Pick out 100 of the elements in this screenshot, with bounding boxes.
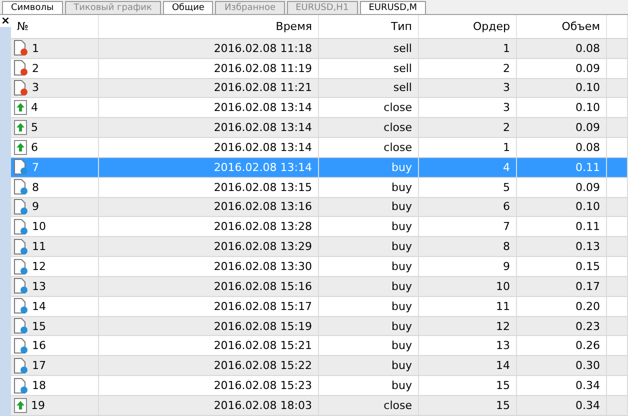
table-cell: 2016.02.08 15:21 bbox=[99, 336, 319, 356]
table-row[interactable]: 15 2016.02.08 15:19 buy 12 0.23 bbox=[11, 316, 628, 336]
table-cell: sell bbox=[319, 38, 419, 58]
table-cell: 2016.02.08 13:14 bbox=[99, 118, 319, 138]
table-cell: 8 bbox=[32, 180, 39, 194]
table-cell: 2016.02.08 13:14 bbox=[99, 98, 319, 118]
table-cell: 1 bbox=[419, 38, 517, 58]
table-cell: 2016.02.08 15:19 bbox=[99, 316, 319, 336]
column-header[interactable]: Тип bbox=[319, 15, 419, 38]
table-cell: 2016.02.08 15:17 bbox=[99, 296, 319, 316]
table-cell: 18 bbox=[32, 379, 46, 392]
table-cell: 11 bbox=[419, 296, 517, 316]
table-cell: 0.34 bbox=[517, 376, 607, 395]
table-cell: 2 bbox=[419, 58, 517, 78]
table-cell: 0.26 bbox=[517, 336, 607, 356]
table-row[interactable]: 19 2016.02.08 18:03 close 15 0.34 bbox=[11, 396, 628, 416]
table-cell: 6 bbox=[419, 198, 517, 216]
table-cell: 0.08 bbox=[517, 38, 607, 58]
table-cell: buy bbox=[319, 257, 419, 276]
table-cell: 8 bbox=[419, 237, 517, 256]
tab[interactable]: Символы bbox=[2, 1, 63, 14]
table-cell: 2016.02.08 13:14 bbox=[99, 138, 319, 157]
table-cell: 0.15 bbox=[517, 257, 607, 276]
table-cell: 0.17 bbox=[517, 276, 607, 296]
table-cell: 2016.02.08 15:16 bbox=[99, 276, 319, 296]
table-cell: close bbox=[319, 98, 419, 118]
table-cell: buy bbox=[319, 296, 419, 316]
table-row[interactable]: 18 2016.02.08 15:23 buy 15 0.34 bbox=[11, 376, 628, 396]
table-cell: 17 bbox=[32, 359, 46, 372]
table-cell: 12 bbox=[419, 316, 517, 336]
table-cell: 7 bbox=[419, 217, 517, 236]
table-cell: close bbox=[319, 118, 419, 138]
column-header[interactable]: № bbox=[11, 15, 99, 38]
table-cell: buy bbox=[319, 336, 419, 356]
table-cell: 13 bbox=[32, 280, 46, 293]
table-cell: 16 bbox=[32, 339, 46, 352]
table-cell: 6 bbox=[31, 140, 38, 154]
table-row[interactable]: 5 2016.02.08 13:14 close 2 0.09 bbox=[11, 118, 628, 138]
table-cell: buy bbox=[319, 178, 419, 197]
column-header[interactable]: Ордер bbox=[419, 15, 517, 38]
table-cell: 0.13 bbox=[517, 237, 607, 256]
table-cell: buy bbox=[319, 376, 419, 395]
table-cell: buy bbox=[319, 316, 419, 336]
column-header[interactable]: Объем bbox=[517, 15, 607, 38]
table-cell: 0.30 bbox=[517, 356, 607, 376]
table-cell: 0.08 bbox=[517, 138, 607, 157]
tab[interactable]: EURUSD,M bbox=[360, 1, 426, 14]
table-cell: 0.09 bbox=[517, 118, 607, 138]
table-row[interactable]: 9 2016.02.08 13:16 buy 6 0.10 bbox=[11, 198, 628, 218]
table-row[interactable]: 13 2016.02.08 15:16 buy 10 0.17 bbox=[11, 276, 628, 297]
table-row[interactable]: 17 2016.02.08 15:22 buy 14 0.30 bbox=[11, 356, 628, 376]
table-cell: 9 bbox=[419, 257, 517, 276]
table-cell: 15 bbox=[32, 320, 46, 333]
table-cell: 5 bbox=[31, 121, 38, 134]
table-cell: 2016.02.08 13:28 bbox=[99, 217, 319, 236]
table-cell: 2016.02.08 11:19 bbox=[99, 58, 319, 78]
table-cell: buy bbox=[319, 276, 419, 296]
column-header[interactable]: Время bbox=[99, 15, 319, 38]
table-cell: sell bbox=[319, 58, 419, 78]
table-cell: 15 bbox=[419, 396, 517, 415]
table-cell: buy bbox=[319, 356, 419, 376]
table-cell: 0.11 bbox=[517, 158, 607, 177]
table-cell: 10 bbox=[32, 220, 46, 234]
table-cell: close bbox=[319, 138, 419, 157]
table-cell: 2 bbox=[32, 62, 39, 75]
table-cell: 3 bbox=[419, 98, 517, 118]
table-row[interactable]: 4 2016.02.08 13:14 close 3 0.10 bbox=[11, 98, 628, 118]
table-cell: 0.09 bbox=[517, 58, 607, 78]
table-cell: buy bbox=[319, 158, 419, 177]
table-cell: buy bbox=[319, 198, 419, 216]
table-row[interactable]: 3 2016.02.08 11:21 sell 3 0.10 bbox=[11, 78, 628, 98]
close-button[interactable]: × bbox=[0, 15, 11, 27]
table-cell: 12 bbox=[32, 260, 46, 274]
table-cell: 2016.02.08 18:03 bbox=[99, 396, 319, 415]
table-cell: 5 bbox=[419, 178, 517, 197]
table-cell: 2016.02.08 13:16 bbox=[99, 198, 319, 216]
table-cell: 3 bbox=[419, 78, 517, 98]
table-row[interactable]: 11 2016.02.08 13:29 buy 8 0.13 bbox=[11, 237, 628, 258]
table-cell: 2 bbox=[419, 118, 517, 138]
table-cell: close bbox=[319, 396, 419, 415]
table-cell: 1 bbox=[419, 138, 517, 157]
table-cell: 10 bbox=[419, 276, 517, 296]
tab[interactable]: Общие bbox=[162, 1, 214, 14]
table-cell: 15 bbox=[419, 376, 517, 395]
table-cell: 19 bbox=[31, 398, 45, 412]
table-cell: 0.10 bbox=[517, 78, 607, 98]
table-cell: 7 bbox=[32, 160, 39, 174]
table-cell: 0.23 bbox=[517, 316, 607, 336]
table-cell: 1 bbox=[32, 42, 39, 55]
table-cell: buy bbox=[319, 217, 419, 236]
table-cell: 2016.02.08 11:18 bbox=[99, 38, 319, 58]
table-cell: 2016.02.08 15:22 bbox=[99, 356, 319, 376]
table-cell: 0.11 bbox=[517, 217, 607, 236]
table-cell: 2016.02.08 11:21 bbox=[99, 78, 319, 98]
table-cell: 14 bbox=[419, 356, 517, 376]
table-cell: 2016.02.08 13:14 bbox=[99, 158, 319, 177]
table-cell: sell bbox=[319, 78, 419, 98]
table-cell: 0.09 bbox=[517, 178, 607, 197]
table-cell: 4 bbox=[31, 101, 38, 114]
table-row[interactable]: 1 2016.02.08 11:18 sell 1 0.08 bbox=[11, 38, 628, 59]
